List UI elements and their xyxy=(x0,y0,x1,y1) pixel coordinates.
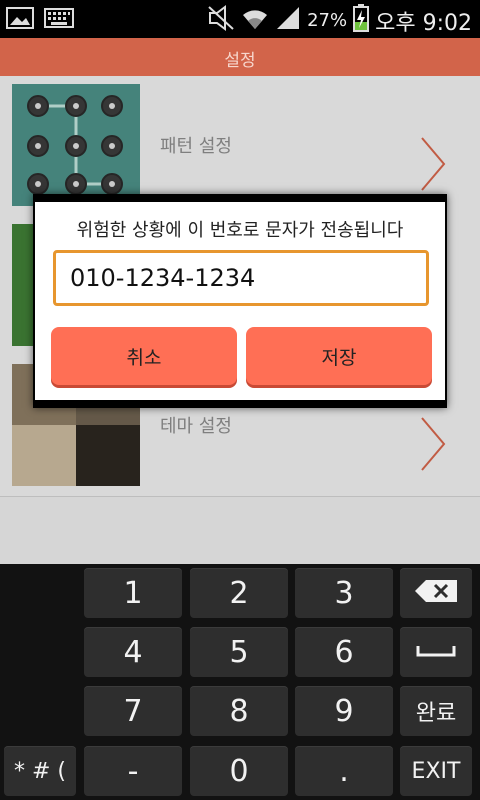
dialog-top-border xyxy=(35,196,445,202)
space-key[interactable] xyxy=(400,627,472,677)
space-icon xyxy=(416,643,456,662)
clock: 오후 9:02 xyxy=(375,10,472,36)
key-2[interactable]: 2 xyxy=(190,568,288,618)
key-6[interactable]: 6 xyxy=(295,627,393,677)
dialog-bottom-border xyxy=(35,400,445,406)
key-4[interactable]: 4 xyxy=(84,627,182,677)
exit-key[interactable]: EXIT xyxy=(400,746,472,796)
numeric-keyboard: 1 2 3 4 5 6 7 8 9 완료 * # ( - 0 . EXIT xyxy=(0,564,480,800)
key-0[interactable]: 0 xyxy=(190,746,288,796)
keyboard-icon xyxy=(44,7,74,33)
done-key[interactable]: 완료 xyxy=(400,686,472,736)
gallery-icon xyxy=(6,6,34,34)
phone-number-dialog: 위험한 상황에 이 번호로 문자가 전송됩니다 취소 저장 xyxy=(33,194,447,408)
battery-percent: 27% xyxy=(307,10,348,31)
symbols-key[interactable]: * # ( xyxy=(4,746,76,796)
cancel-button[interactable]: 취소 xyxy=(51,327,237,385)
dialog-message: 위험한 상황에 이 번호로 문자가 전송됩니다 xyxy=(76,220,404,241)
key-dot[interactable]: . xyxy=(295,746,393,796)
key-5[interactable]: 5 xyxy=(190,627,288,677)
mute-icon xyxy=(207,5,235,36)
key-7[interactable]: 7 xyxy=(84,686,182,736)
key-9[interactable]: 9 xyxy=(295,686,393,736)
signal-icon xyxy=(275,5,301,36)
wifi-icon xyxy=(241,5,269,36)
key-1[interactable]: 1 xyxy=(84,568,182,618)
save-button[interactable]: 저장 xyxy=(246,327,432,385)
key-8[interactable]: 8 xyxy=(190,686,288,736)
status-bar: 27% 오후 9:02 xyxy=(0,0,480,38)
phone-number-input[interactable] xyxy=(53,250,429,306)
page-title: 설정 xyxy=(224,51,256,71)
backspace-icon xyxy=(414,579,458,607)
key-dash[interactable]: - xyxy=(84,746,182,796)
backspace-key[interactable] xyxy=(400,568,472,618)
key-3[interactable]: 3 xyxy=(295,568,393,618)
battery-charging-icon xyxy=(353,4,370,37)
app-bar: 설정 xyxy=(0,38,480,76)
